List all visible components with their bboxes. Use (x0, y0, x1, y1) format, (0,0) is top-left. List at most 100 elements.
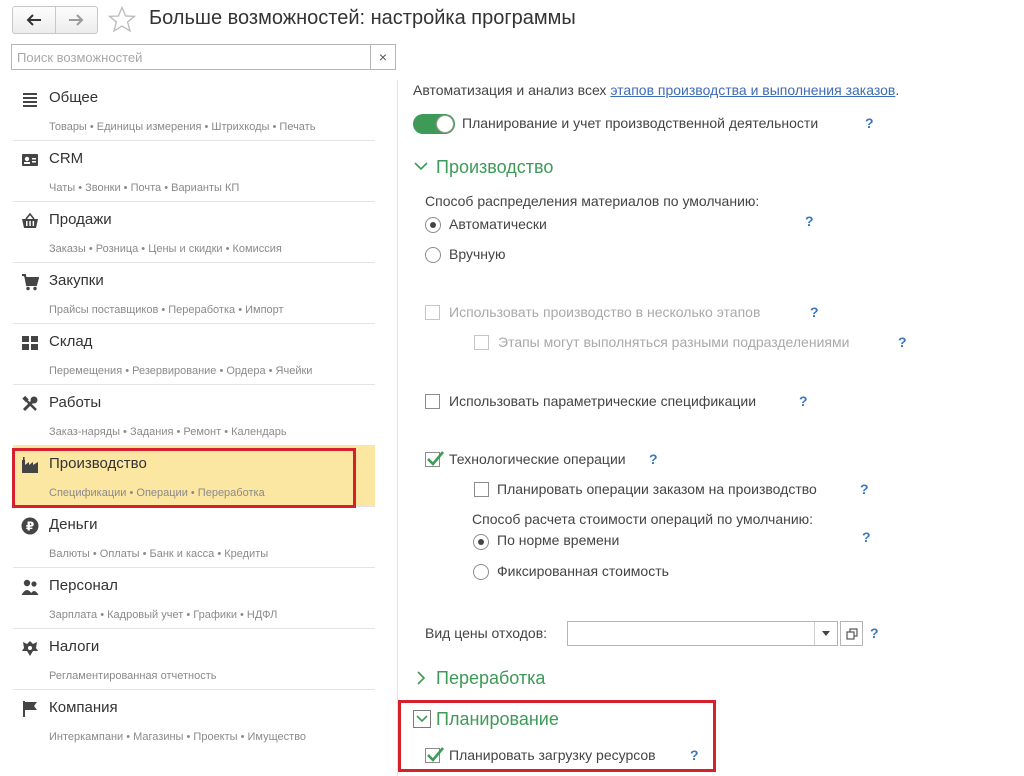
favorite-button[interactable] (107, 5, 137, 38)
radio-fixed-cost[interactable] (473, 564, 489, 580)
flag-icon (23, 701, 37, 717)
help-icon[interactable]: ? (865, 115, 874, 131)
waste-price-value (568, 622, 814, 645)
sidebar-item-taxes[interactable]: Налоги Регламентированная отчетность (13, 629, 375, 690)
sidebar-item-label: Продажи (49, 211, 112, 228)
search-input[interactable] (12, 45, 370, 69)
parametric-specs-label: Использовать параметрические спецификаци… (449, 393, 757, 409)
clear-search-button[interactable]: × (370, 45, 395, 69)
checkmark-icon (427, 451, 444, 466)
help-icon[interactable]: ? (862, 529, 871, 545)
help-icon[interactable]: ? (860, 481, 869, 497)
sidebar-item-label: Общее (49, 89, 99, 106)
radio-automatic[interactable] (425, 217, 441, 233)
help-icon[interactable]: ? (799, 393, 808, 409)
dropdown-arrow-icon (822, 631, 830, 636)
back-button[interactable] (13, 7, 55, 33)
section-production-title[interactable]: Производство (436, 157, 553, 178)
help-icon[interactable]: ? (810, 304, 819, 320)
tools-icon (22, 395, 38, 412)
star-outline-icon (107, 5, 137, 33)
sidebar: Общее Товары • Единицы измерения • Штрих… (13, 80, 375, 751)
sidebar-item-subtitle: Интеркампани • Магазины • Проекты • Имущ… (49, 731, 307, 743)
sidebar-item-label: Деньги (49, 516, 98, 533)
planning-accounting-toggle[interactable] (413, 114, 455, 134)
basket-icon (22, 212, 38, 228)
arrow-left-icon (26, 14, 41, 26)
sidebar-item-warehouse[interactable]: Склад Перемещения • Резервирование • Орд… (13, 324, 375, 385)
plan-operations-checkbox[interactable] (474, 482, 489, 497)
page-title: Больше возможностей: настройка программы (149, 7, 576, 29)
intro-end: . (895, 82, 900, 98)
sidebar-item-personnel[interactable]: Персонал Зарплата • Кадровый учет • Граф… (13, 568, 375, 629)
intro-text: Автоматизация и анализ всех (413, 82, 607, 98)
sidebar-item-label: Работы (49, 394, 102, 411)
radio-norm-time-label: По норме времени (497, 532, 620, 548)
section-processing-title[interactable]: Переработка (436, 668, 545, 689)
dropdown-button[interactable] (814, 622, 837, 645)
plan-operations-label: Планировать операции заказом на производ… (497, 481, 817, 497)
sidebar-item-subtitle: Валюты • Оплаты • Банк и касса • Кредиты (49, 548, 269, 560)
sidebar-item-subtitle: Регламентированная отчетность (49, 670, 217, 682)
open-value-button[interactable] (840, 621, 863, 646)
chevron-down-icon (414, 162, 428, 171)
help-icon[interactable]: ? (649, 451, 658, 467)
highlight-outline-planning (398, 700, 716, 772)
list-icon (23, 93, 37, 107)
sidebar-item-label: Компания (49, 699, 118, 716)
search-box: × (11, 44, 396, 70)
sidebar-item-label: Персонал (49, 577, 118, 594)
multistage-checkbox[interactable] (425, 305, 440, 320)
sidebar-item-crm[interactable]: CRM Чаты • Звонки • Почта • Варианты КП (13, 141, 375, 202)
help-icon[interactable]: ? (805, 213, 814, 229)
sidebar-item-general[interactable]: Общее Товары • Единицы измерения • Штрих… (13, 80, 375, 141)
warehouse-icon (22, 336, 38, 350)
waste-price-label: Вид цены отходов: (425, 625, 548, 641)
sidebar-item-works[interactable]: Работы Заказ-наряды • Задания • Ремонт •… (13, 385, 375, 446)
tech-operations-label: Технологические операции (449, 451, 626, 467)
sidebar-item-sales[interactable]: Продажи Заказы • Розница • Цены и скидки… (13, 202, 375, 263)
contact-card-icon (22, 154, 38, 166)
svg-text:₽: ₽ (26, 520, 34, 534)
copy-open-icon (845, 627, 858, 640)
sidebar-item-subtitle: Заказы • Розница • Цены и скидки • Комис… (49, 243, 282, 255)
sidebar-item-label: Склад (49, 333, 93, 350)
radio-automatic-label: Автоматически (449, 216, 547, 232)
sidebar-item-subtitle: Перемещения • Резервирование • Ордера • … (49, 365, 313, 377)
highlight-outline-production (12, 448, 356, 508)
toggle-knob (436, 115, 454, 133)
ruble-icon: ₽ (21, 517, 39, 535)
people-icon (21, 579, 39, 595)
stages-departments-checkbox[interactable] (474, 335, 489, 350)
radio-manual[interactable] (425, 247, 441, 263)
navigation-buttons (12, 6, 98, 34)
radio-fixed-cost-label: Фиксированная стоимость (497, 563, 669, 579)
sidebar-item-label: Налоги (49, 638, 100, 655)
sidebar-item-company[interactable]: Компания Интеркампани • Магазины • Проек… (13, 690, 375, 751)
sidebar-item-subtitle: Товары • Единицы измерения • Штрихкоды •… (49, 121, 316, 133)
sidebar-item-subtitle: Чаты • Звонки • Почта • Варианты КП (49, 182, 240, 194)
sidebar-item-subtitle: Зарплата • Кадровый учет • Графики • НДФ… (49, 609, 278, 621)
parametric-specs-checkbox[interactable] (425, 394, 440, 409)
sidebar-item-purchases[interactable]: Закупки Прайсы поставщиков • Переработка… (13, 263, 375, 324)
sidebar-item-money[interactable]: ₽ Деньги Валюты • Оплаты • Банк и касса … (13, 507, 375, 568)
sidebar-item-label: CRM (49, 150, 84, 167)
help-icon[interactable]: ? (898, 334, 907, 350)
waste-price-select[interactable] (567, 621, 838, 646)
cart-icon (22, 274, 39, 291)
stages-departments-label: Этапы могут выполняться разными подразде… (498, 334, 850, 350)
arrow-right-icon (69, 14, 84, 26)
cost-method-label: Способ расчета стоимости операций по умо… (472, 511, 814, 527)
sidebar-item-subtitle: Заказ-наряды • Задания • Ремонт • Календ… (49, 426, 287, 438)
multistage-label: Использовать производство в несколько эт… (449, 304, 761, 320)
emblem-icon (22, 641, 38, 656)
help-icon[interactable]: ? (870, 625, 879, 641)
radio-norm-time[interactable] (473, 534, 489, 550)
toggle-label: Планирование и учет производственной дея… (462, 115, 819, 131)
forward-button[interactable] (54, 7, 98, 33)
tech-operations-checkbox[interactable] (425, 451, 444, 467)
sidebar-item-label: Закупки (49, 272, 104, 289)
production-stages-link[interactable]: этапов производства и выполнения заказов (610, 82, 895, 98)
intro-line: Автоматизация и анализ всех этапов произ… (413, 82, 899, 98)
panel-divider (397, 80, 398, 776)
